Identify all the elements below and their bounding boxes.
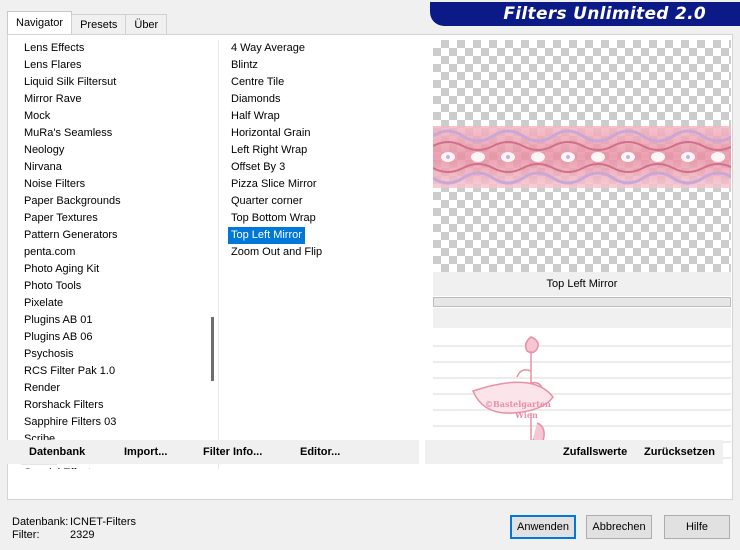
preview-pattern xyxy=(433,126,731,188)
category-item[interactable]: Plugins AB 01 xyxy=(21,312,216,329)
filter-item[interactable]: Centre Tile xyxy=(228,74,426,91)
category-item[interactable]: Noise Filters xyxy=(21,176,216,193)
filter-row: Top Bottom Wrap xyxy=(228,210,426,227)
category-item[interactable]: Plugins AB 06 xyxy=(21,329,216,346)
category-item[interactable]: Mock xyxy=(21,108,216,125)
help-button[interactable]: Hilfe xyxy=(664,515,730,539)
cancel-button[interactable]: Abbrechen xyxy=(586,515,652,539)
filter-info-button[interactable]: Filter Info... xyxy=(203,446,262,458)
category-item[interactable]: Pixelate xyxy=(21,295,216,312)
progress-bar xyxy=(433,297,731,307)
navigator-panel: Lens Effects Lens Flares Liquid Silk Filte… xyxy=(7,34,733,500)
parameter-area xyxy=(433,308,731,328)
filter-row: Zoom Out and Flip xyxy=(228,244,426,261)
category-item[interactable]: Paper Backgrounds xyxy=(21,193,216,210)
filter-item[interactable]: 4 Way Average xyxy=(228,40,426,57)
filter-item[interactable]: Half Wrap xyxy=(228,108,426,125)
category-item[interactable]: Rorshack Filters xyxy=(21,397,216,414)
filter-row: Blintz xyxy=(228,57,426,74)
title-banner: Filters Unlimited 2.0 xyxy=(430,2,740,26)
preview-filter-name: Top Left Mirror xyxy=(433,272,731,296)
tab-navigator[interactable]: Navigator xyxy=(7,11,73,34)
filter-row: Quarter corner xyxy=(228,193,426,210)
filter-row: Left Right Wrap xyxy=(228,142,426,159)
preview-image xyxy=(433,40,731,272)
category-item[interactable]: Nirvana xyxy=(21,159,216,176)
filter-row: Half Wrap xyxy=(228,108,426,125)
tab-about[interactable]: Über xyxy=(125,14,168,34)
category-item[interactable]: Photo Aging Kit xyxy=(21,261,216,278)
preset-toolbar: Zufallswerte Zurücksetzen xyxy=(425,440,723,464)
category-item[interactable]: Psychosis xyxy=(21,346,216,363)
category-item[interactable]: Lens Effects xyxy=(21,40,216,57)
category-item[interactable]: Photo Tools xyxy=(21,278,216,295)
category-item[interactable]: Lens Flares xyxy=(21,57,216,74)
logo-text-1: ©Bastelgarten xyxy=(485,399,551,409)
category-item[interactable]: Pattern Generators xyxy=(21,227,216,244)
status-info: Datenbank: ICNET-Filters Filter: 2329 xyxy=(12,516,136,542)
category-item[interactable]: Paper Textures xyxy=(21,210,216,227)
reset-button[interactable]: Zurücksetzen xyxy=(644,446,715,458)
filter-row: Diamonds xyxy=(228,91,426,108)
category-item[interactable]: RCS Filter Pak 1.0 xyxy=(21,363,216,380)
filter-count-label: Filter: xyxy=(12,529,40,541)
filter-toolbar: Datenbank Import... Filter Info... Edito… xyxy=(7,440,419,464)
filter-item[interactable]: Left Right Wrap xyxy=(228,142,426,159)
apply-button[interactable]: Anwenden xyxy=(510,515,576,539)
filter-row: Pizza Slice Mirror xyxy=(228,176,426,193)
category-item[interactable]: Liquid Silk Filtersut xyxy=(21,74,216,91)
filter-count-value: 2329 xyxy=(70,529,95,541)
filter-list[interactable]: 4 Way Average Blintz Centre Tile Diamonds Ha… xyxy=(228,40,426,469)
filter-item[interactable]: Horizontal Grain xyxy=(228,125,426,142)
import-button[interactable]: Import... xyxy=(124,446,167,458)
db-value: ICNET-Filters xyxy=(70,516,136,528)
database-button[interactable]: Datenbank xyxy=(29,446,85,458)
filter-item[interactable]: Diamonds xyxy=(228,91,426,108)
filter-row: 4 Way Average xyxy=(228,40,426,57)
filter-item[interactable]: Top Bottom Wrap xyxy=(228,210,426,227)
category-list[interactable]: Lens Effects Lens Flares Liquid Silk Filte… xyxy=(21,40,216,469)
list-divider xyxy=(218,40,219,469)
db-label: Datenbank: xyxy=(12,516,69,528)
filter-item[interactable]: Pizza Slice Mirror xyxy=(228,176,426,193)
category-item[interactable]: Neology xyxy=(21,142,216,159)
category-item[interactable]: Special Effects xyxy=(21,465,216,469)
filter-item[interactable]: Blintz xyxy=(228,57,426,74)
filter-row: Offset By 3 xyxy=(228,159,426,176)
logo-text-2: Wien xyxy=(515,410,538,420)
category-item[interactable]: MuRa's Seamless xyxy=(21,125,216,142)
tab-bar: Navigator Presets Über xyxy=(7,11,168,34)
editor-button[interactable]: Editor... xyxy=(300,446,340,458)
category-scrollbar-thumb[interactable] xyxy=(211,317,214,381)
category-item[interactable]: Sapphire Filters 03 xyxy=(21,414,216,431)
filter-item[interactable]: Zoom Out and Flip xyxy=(228,244,426,261)
filter-row: Centre Tile xyxy=(228,74,426,91)
category-item[interactable]: penta.com xyxy=(21,244,216,261)
filter-row: Horizontal Grain xyxy=(228,125,426,142)
category-item[interactable]: Render xyxy=(21,380,216,397)
filter-row: Top Left Mirror xyxy=(228,227,426,244)
filter-item[interactable]: Offset By 3 xyxy=(228,159,426,176)
banner-title: Filters Unlimited 2.0 xyxy=(503,4,706,24)
randomize-button[interactable]: Zufallswerte xyxy=(563,446,627,458)
filter-item[interactable]: Top Left Mirror xyxy=(228,227,305,244)
category-item[interactable]: Mirror Rave xyxy=(21,91,216,108)
filter-item[interactable]: Quarter corner xyxy=(228,193,426,210)
tab-presets[interactable]: Presets xyxy=(71,14,127,34)
